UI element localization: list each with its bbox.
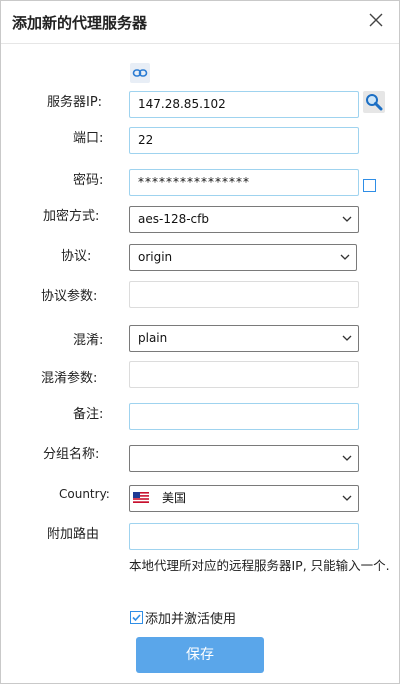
close-button[interactable] <box>365 9 387 31</box>
extra-route-hint: 本地代理所对应的远程服务器IP, 只能输入一个. <box>129 558 390 573</box>
activate-label: 添加并激活使用 <box>145 612 237 627</box>
extra-route-input[interactable] <box>129 523 359 550</box>
encryption-select[interactable]: aes-128-cfb <box>129 206 359 233</box>
show-password-checkbox[interactable] <box>363 179 376 192</box>
country-label: Country: <box>59 487 110 501</box>
encryption-value: aes-128-cfb <box>138 212 209 226</box>
link-icon <box>132 69 148 77</box>
dialog-title: 添加新的代理服务器 <box>12 14 148 32</box>
close-icon <box>369 13 383 27</box>
group-label: 分组名称: <box>43 447 100 462</box>
chevron-down-icon <box>342 216 352 222</box>
chevron-down-icon <box>342 335 352 341</box>
obfs-value: plain <box>138 331 168 345</box>
protocol-value: origin <box>138 250 173 264</box>
password-input[interactable]: **************** <box>129 169 359 196</box>
title-bar: 添加新的代理服务器 <box>1 1 399 44</box>
protocol-select[interactable]: origin <box>129 244 357 271</box>
obfs-label: 混淆: <box>73 333 104 348</box>
obfs-param-label: 混淆参数: <box>41 371 98 386</box>
country-select[interactable]: 美国 <box>129 485 359 512</box>
remark-label: 备注: <box>73 407 104 422</box>
password-label: 密码: <box>73 173 104 188</box>
obfs-select[interactable]: plain <box>129 325 359 352</box>
group-select[interactable] <box>129 445 359 472</box>
extra-route-label: 附加路由 <box>47 527 100 542</box>
chevron-down-icon <box>340 254 350 260</box>
port-label: 端口: <box>73 131 104 146</box>
chevron-down-icon <box>342 455 352 461</box>
port-input[interactable]: 22 <box>129 127 359 154</box>
checkmark-icon <box>132 614 141 622</box>
search-button[interactable] <box>363 91 385 113</box>
chevron-down-icon <box>342 495 352 501</box>
remark-input[interactable] <box>129 403 359 430</box>
add-proxy-dialog: 添加新的代理服务器 服务器IP: 147.28.85.102 端口: 22 密码… <box>0 0 400 684</box>
country-value: 美国 <box>162 491 187 505</box>
protocol-label: 协议: <box>61 249 92 264</box>
search-icon <box>366 94 383 111</box>
server-ip-label: 服务器IP: <box>47 95 103 110</box>
server-ip-input[interactable]: 147.28.85.102 <box>129 91 359 118</box>
link-button[interactable] <box>130 63 150 83</box>
protocol-param-input[interactable] <box>129 281 359 308</box>
encryption-label: 加密方式: <box>43 209 100 224</box>
obfs-param-input[interactable] <box>129 361 359 388</box>
protocol-param-label: 协议参数: <box>41 289 98 304</box>
save-button[interactable]: 保存 <box>136 637 264 673</box>
activate-checkbox[interactable] <box>130 611 143 624</box>
us-flag-icon <box>133 492 149 503</box>
